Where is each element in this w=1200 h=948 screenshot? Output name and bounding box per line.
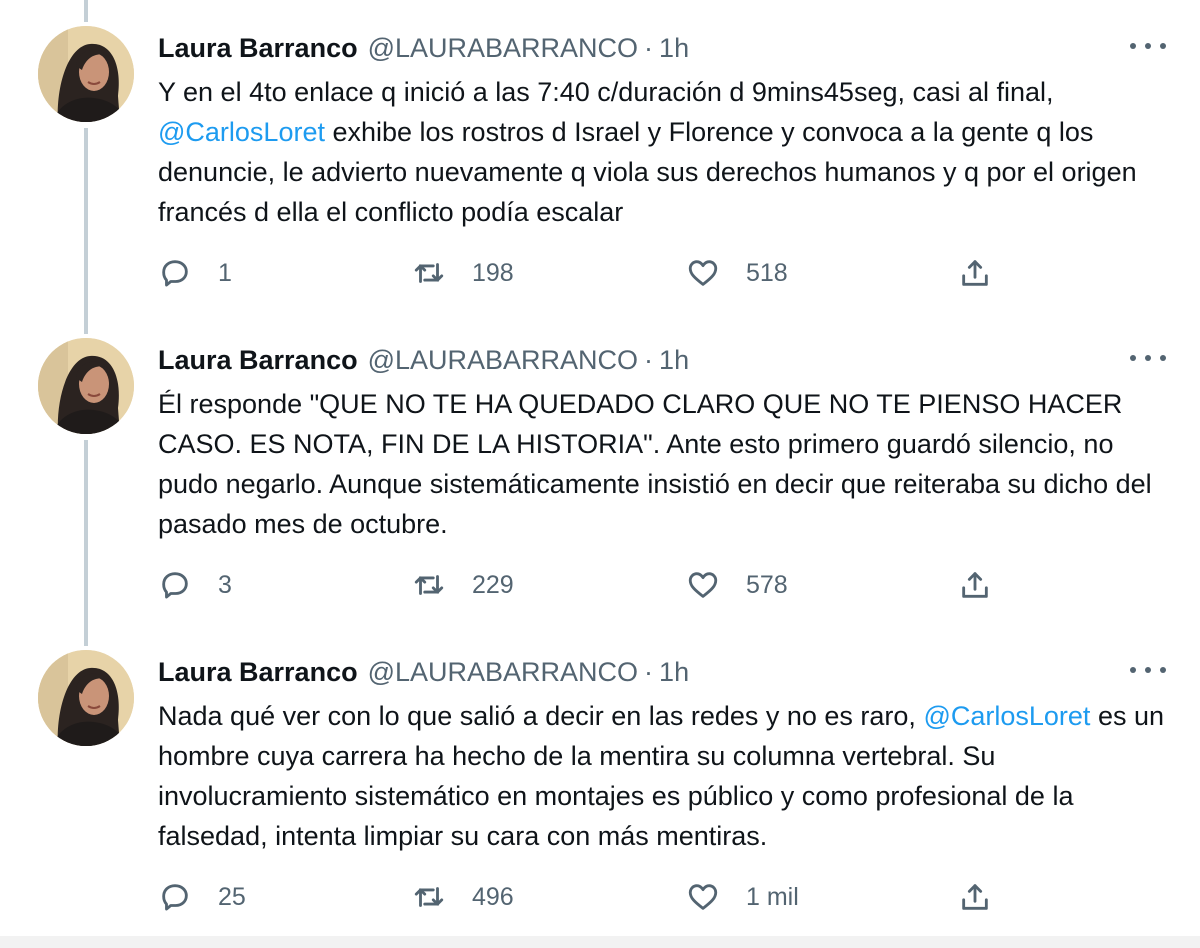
- tweet-text-segment: Nada qué ver con lo que salió a decir en…: [158, 701, 924, 731]
- share-icon: [962, 572, 988, 598]
- more-icon[interactable]: [1130, 658, 1166, 682]
- author-handle[interactable]: @LAURABARRANCO: [368, 345, 638, 376]
- tweet[interactable]: Laura Barranco @LAURABARRANCO · 1h Y en …: [0, 0, 1200, 312]
- author-handle[interactable]: @LAURABARRANCO: [368, 33, 638, 64]
- heart-icon: [688, 260, 718, 286]
- avatar-photo: [38, 338, 134, 434]
- retweet-button[interactable]: 229: [412, 562, 514, 608]
- tweet-header: Laura Barranco @LAURABARRANCO · 1h: [158, 342, 689, 378]
- reply-count: 25: [218, 882, 246, 911]
- reply-icon: [162, 260, 188, 287]
- tweet-time[interactable]: 1h: [659, 345, 689, 376]
- heart-icon: [688, 572, 718, 598]
- retweet-button[interactable]: 198: [412, 250, 514, 296]
- reply-button[interactable]: 25: [158, 874, 246, 920]
- tweet-actions: 25 496 1 mil: [158, 874, 1008, 920]
- reply-icon: [162, 884, 188, 911]
- like-count: 578: [746, 570, 788, 599]
- share-button[interactable]: [958, 562, 992, 608]
- like-button[interactable]: 1 mil: [686, 874, 799, 920]
- author-name[interactable]: Laura Barranco: [158, 345, 358, 376]
- retweet-count: 198: [472, 258, 514, 287]
- tweet[interactable]: Laura Barranco @LAURABARRANCO · 1h Nada …: [0, 624, 1200, 936]
- reply-button[interactable]: 1: [158, 250, 232, 296]
- retweet-count: 229: [472, 570, 514, 599]
- separator-dot: ·: [644, 656, 654, 687]
- reply-icon: [162, 572, 188, 599]
- tweet-text-segment: Y en el 4to enlace q inició a las 7:40 c…: [158, 77, 1054, 107]
- retweet-icon: [414, 887, 444, 907]
- like-button[interactable]: 578: [686, 562, 788, 608]
- separator-dot: ·: [644, 32, 654, 63]
- retweet-icon: [414, 575, 444, 595]
- tweet-actions: 1 198 518: [158, 250, 1008, 296]
- retweet-button[interactable]: 496: [412, 874, 514, 920]
- avatar[interactable]: [38, 650, 134, 746]
- tweet[interactable]: Laura Barranco @LAURABARRANCO · 1h Él re…: [0, 312, 1200, 624]
- tweet-text: Él responde "QUE NO TE HA QUEDADO CLARO …: [158, 384, 1168, 544]
- more-icon[interactable]: [1130, 34, 1166, 58]
- retweet-count: 496: [472, 882, 514, 911]
- share-button[interactable]: [958, 874, 992, 920]
- tweet-header: Laura Barranco @LAURABARRANCO · 1h: [158, 30, 689, 66]
- more-icon[interactable]: [1130, 346, 1166, 370]
- tweet-header: Laura Barranco @LAURABARRANCO · 1h: [158, 654, 689, 690]
- share-icon: [962, 260, 988, 286]
- timeline-bottom-divider: [0, 936, 1200, 948]
- avatar[interactable]: [38, 338, 134, 434]
- tweet-time[interactable]: 1h: [659, 33, 689, 64]
- heart-icon: [688, 884, 718, 910]
- mention-link[interactable]: @CarlosLoret: [923, 701, 1090, 731]
- retweet-icon: [414, 263, 444, 283]
- tweet-time[interactable]: 1h: [659, 657, 689, 688]
- mention-link[interactable]: @CarlosLoret: [158, 117, 325, 147]
- avatar[interactable]: [38, 26, 134, 122]
- tweet-text: Y en el 4to enlace q inició a las 7:40 c…: [158, 72, 1168, 232]
- author-handle[interactable]: @LAURABARRANCO: [368, 657, 638, 688]
- author-name[interactable]: Laura Barranco: [158, 33, 358, 64]
- avatar-photo: [38, 26, 134, 122]
- reply-count: 1: [218, 258, 232, 287]
- like-button[interactable]: 518: [686, 250, 788, 296]
- tweet-actions: 3 229 578: [158, 562, 1008, 608]
- like-count: 518: [746, 258, 788, 287]
- author-name[interactable]: Laura Barranco: [158, 657, 358, 688]
- tweet-text-segment: Él responde "QUE NO TE HA QUEDADO CLARO …: [158, 389, 1152, 539]
- tweet-text: Nada qué ver con lo que salió a decir en…: [158, 696, 1168, 856]
- reply-count: 3: [218, 570, 232, 599]
- avatar-photo: [38, 650, 134, 746]
- separator-dot: ·: [644, 344, 654, 375]
- share-icon: [962, 884, 988, 910]
- share-button[interactable]: [958, 250, 992, 296]
- like-count: 1 mil: [746, 882, 799, 911]
- reply-button[interactable]: 3: [158, 562, 232, 608]
